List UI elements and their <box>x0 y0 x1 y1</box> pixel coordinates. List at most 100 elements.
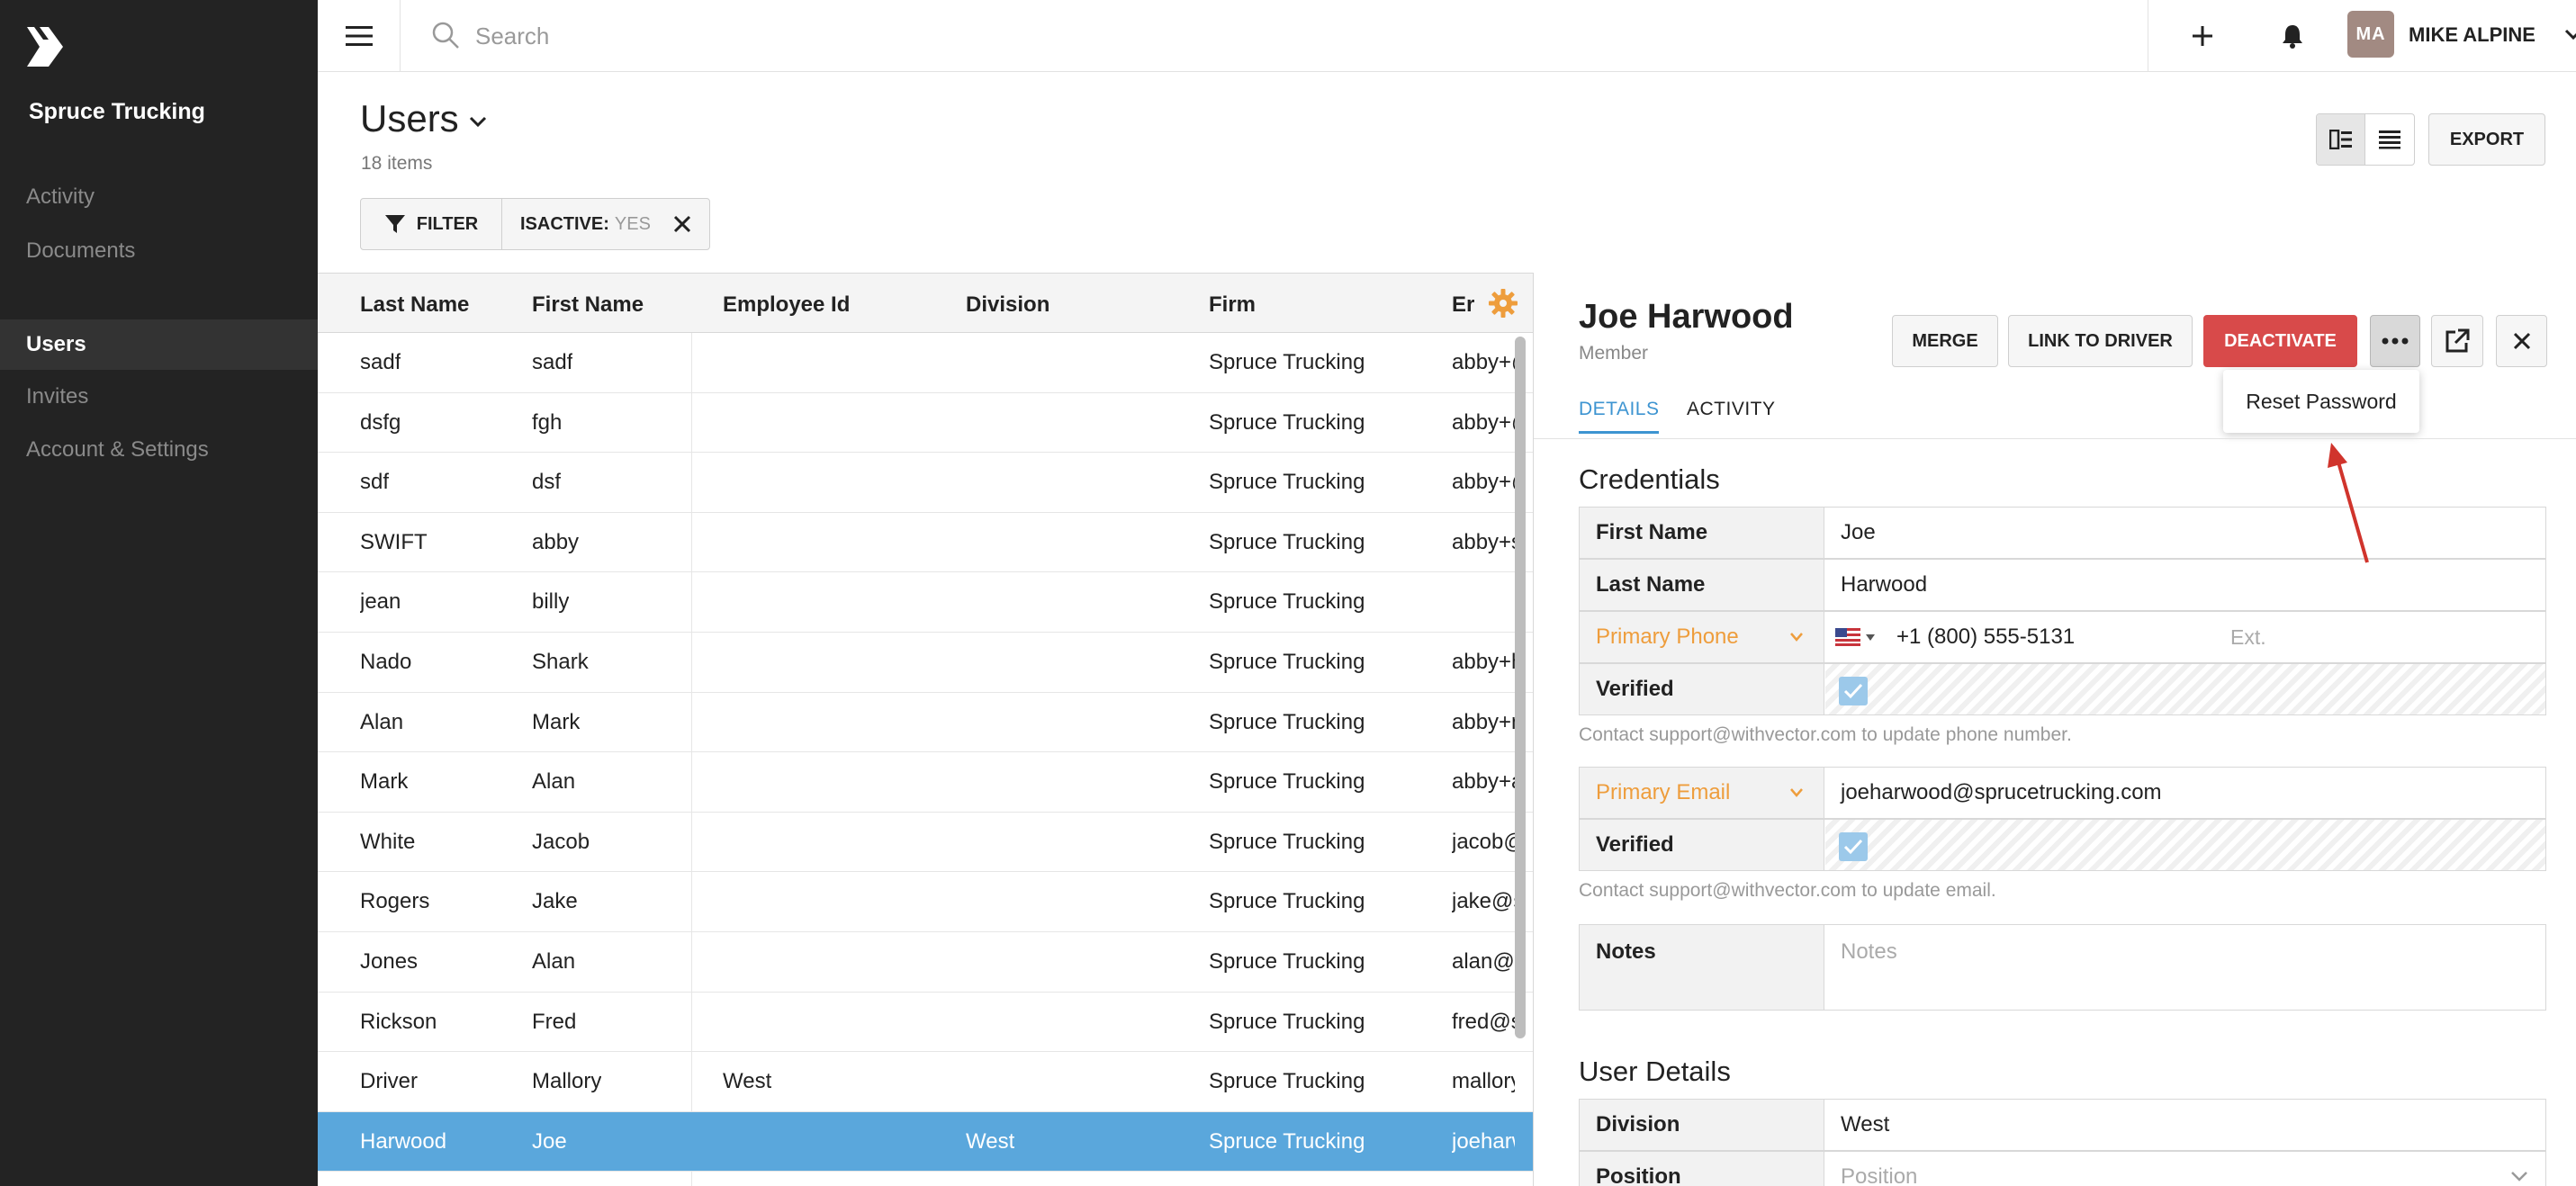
split-view-button[interactable] <box>2317 114 2366 165</box>
phone-verified-field: Verified <box>1579 663 2546 715</box>
sidebar-item-documents[interactable]: Documents <box>0 226 318 276</box>
primary-email-label[interactable]: Primary Email <box>1580 768 1824 818</box>
table-row[interactable]: Nado Shark Spruce Trucking abby+h <box>318 633 1533 693</box>
position-field: Position Position <box>1579 1151 2546 1186</box>
first-name-field: First Name Joe <box>1579 507 2546 559</box>
checkmark-icon <box>1843 839 1863 855</box>
search-input[interactable] <box>475 16 1465 56</box>
primary-email-label-text: Primary Email <box>1596 780 1731 804</box>
tab-activity[interactable]: ACTIVITY <box>1687 399 1776 431</box>
chevron-down-icon[interactable] <box>2563 27 2576 41</box>
list-view-button[interactable] <box>2365 114 2414 165</box>
chevron-down-icon[interactable] <box>2509 1170 2529 1182</box>
cell-email: abby+@ <box>1452 470 1515 495</box>
email-verified-checkbox[interactable] <box>1839 832 1868 861</box>
app-logo-icon[interactable] <box>25 25 65 68</box>
cell-firm: Spruce Trucking <box>1209 649 1365 674</box>
primary-email-value[interactable]: joeharwood@sprucetrucking.com <box>1841 768 2162 818</box>
cell-last-name: Rogers <box>360 889 430 914</box>
division-value[interactable]: West <box>1841 1100 1889 1150</box>
table-row[interactable]: Harwood Joe West Spruce Trucking joeharwo <box>318 1111 1533 1173</box>
column-header-employee-id[interactable]: Employee Id <box>723 274 850 333</box>
page-title[interactable]: Users <box>360 97 459 140</box>
add-button[interactable] <box>2181 14 2224 58</box>
link-to-driver-button[interactable]: LINK TO DRIVER <box>2008 315 2193 367</box>
cell-email: jacob@s <box>1452 829 1515 854</box>
cell-first-name: abby <box>532 529 580 554</box>
sidebar-item-invites[interactable]: Invites <box>0 372 318 422</box>
avatar[interactable]: MA <box>2347 11 2394 58</box>
table-row[interactable]: dsfg fgh Spruce Trucking abby+@ <box>318 393 1533 454</box>
gear-icon[interactable] <box>1488 288 1518 319</box>
phone-verified-label: Verified <box>1580 664 1824 714</box>
cell-first-name: Joe <box>532 1128 567 1154</box>
column-header-first-name[interactable]: First Name <box>532 274 644 333</box>
table-row[interactable]: White Jacob Spruce Trucking jacob@s <box>318 813 1533 873</box>
filter-chip-value: YES <box>614 213 651 234</box>
cell-email: jake@sp <box>1452 889 1515 914</box>
caret-down-icon[interactable] <box>1866 634 1875 642</box>
menu-item-reset-password[interactable]: Reset Password <box>2223 370 2419 433</box>
first-name-value[interactable]: Joe <box>1841 508 1876 558</box>
cell-first-name: Alan <box>532 948 576 974</box>
column-header-email[interactable]: Er <box>1452 274 1474 333</box>
cell-email: joeharwo <box>1452 1128 1515 1154</box>
position-select[interactable]: Position <box>1841 1152 1917 1186</box>
primary-phone-label[interactable]: Primary Phone <box>1580 612 1824 662</box>
cell-firm: Spruce Trucking <box>1209 1128 1365 1154</box>
column-header-last-name[interactable]: Last Name <box>360 274 469 333</box>
phone-ext-input[interactable]: Ext. <box>2230 612 2266 662</box>
filter-button[interactable]: FILTER <box>361 199 502 249</box>
sidebar-item-users[interactable]: Users <box>0 319 318 370</box>
menu-toggle-button[interactable] <box>318 0 401 71</box>
filter-bar: FILTER ISACTIVE: YES <box>360 198 710 250</box>
chevron-down-icon[interactable] <box>468 114 488 129</box>
export-button[interactable]: EXPORT <box>2428 113 2545 166</box>
tab-details[interactable]: DETAILS <box>1579 399 1660 434</box>
table-row[interactable]: Rogers Jake Spruce Trucking jake@sp <box>318 872 1533 932</box>
plus-icon <box>2193 26 2212 46</box>
hamburger-icon <box>345 25 373 46</box>
merge-button[interactable]: MERGE <box>1892 315 1998 367</box>
last-name-value[interactable]: Harwood <box>1841 560 1927 610</box>
notifications-button[interactable] <box>2271 14 2314 58</box>
users-table: Last Name First Name Employee Id Divisio… <box>318 273 1533 1186</box>
close-icon[interactable] <box>672 214 692 234</box>
table-row[interactable]: Driver Mallory West Spruce Trucking mallory@ <box>318 1052 1533 1112</box>
detail-panel: Joe Harwood Member MERGE LINK TO DRIVER … <box>1533 273 2576 1186</box>
cell-first-name: dsf <box>532 470 562 495</box>
table-row[interactable]: sdf dsf Spruce Trucking abby+@ <box>318 453 1533 513</box>
close-panel-button[interactable] <box>2496 315 2547 367</box>
cell-division: West <box>966 1128 1015 1154</box>
primary-phone-value[interactable]: +1 (800) 555-5131 <box>1896 612 2075 662</box>
cell-firm: Spruce Trucking <box>1209 1009 1365 1034</box>
filter-chip-key: ISACTIVE: <box>520 213 609 234</box>
table-row[interactable]: sadf sadf Spruce Trucking abby+@ <box>318 333 1533 393</box>
more-actions-button[interactable] <box>2370 315 2420 367</box>
table-row[interactable]: Rickson Fred Spruce Trucking fred@s <box>318 993 1533 1053</box>
column-header-division[interactable]: Division <box>966 274 1049 333</box>
last-name-label: Last Name <box>1580 560 1824 610</box>
table-row[interactable]: Alan Mark Spruce Trucking abby+n <box>318 693 1533 753</box>
cell-firm: Spruce Trucking <box>1209 589 1365 615</box>
table-scrollbar[interactable] <box>1515 337 1526 1038</box>
sidebar-item-activity[interactable]: Activity <box>0 172 318 222</box>
cell-first-name: Shark <box>532 649 589 674</box>
open-external-button[interactable] <box>2431 315 2483 367</box>
cell-firm: Spruce Trucking <box>1209 709 1365 734</box>
sidebar-item-account-settings[interactable]: Account & Settings <box>0 425 318 475</box>
notes-input[interactable]: Notes <box>1841 925 1897 1010</box>
cell-email: fred@s <box>1452 1009 1515 1034</box>
user-menu-name[interactable]: MIKE ALPINE <box>2409 23 2535 47</box>
filter-button-label: FILTER <box>416 213 479 234</box>
table-row[interactable]: Jones Alan Spruce Trucking alan@s <box>318 932 1533 993</box>
chevron-down-icon <box>1790 633 1803 642</box>
table-row[interactable]: Mark Alan Spruce Trucking abby+a <box>318 752 1533 813</box>
table-row[interactable]: jean billy Spruce Trucking <box>318 572 1533 633</box>
us-flag-icon[interactable] <box>1835 628 1860 646</box>
filter-chip-isactive[interactable]: ISACTIVE: YES <box>502 199 709 249</box>
column-header-firm[interactable]: Firm <box>1209 274 1256 333</box>
deactivate-button[interactable]: DEACTIVATE <box>2203 315 2357 367</box>
phone-verified-checkbox[interactable] <box>1839 677 1868 705</box>
table-row[interactable]: SWIFT abby Spruce Trucking abby+s <box>318 513 1533 573</box>
